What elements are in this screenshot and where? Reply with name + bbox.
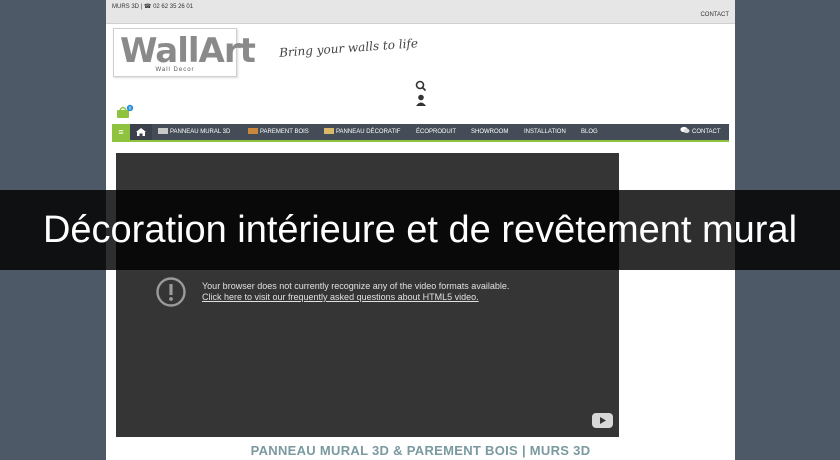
nav-item-label: PANNEAU DÉCORATIF — [336, 129, 401, 135]
cart-icon[interactable]: 0 — [116, 104, 134, 120]
site-tagline: Bring your walls to life — [278, 36, 419, 60]
logo-mark: WallArt — [120, 31, 256, 71]
nav-item-showroom[interactable]: SHOWROOM — [471, 124, 508, 140]
video-faq-link[interactable]: Click here to visit our frequently asked… — [202, 292, 479, 302]
top-bar-info: MURS 3D | ☎ 02 62 35 26 01 — [112, 3, 193, 10]
nav-item-ecoproduit[interactable]: ÉCOPRODUIT — [416, 124, 456, 140]
search-icon[interactable] — [414, 80, 428, 92]
nav-item-blog[interactable]: BLOG — [581, 124, 598, 140]
nav-item-installation[interactable]: INSTALLATION — [524, 124, 566, 140]
main-nav: ≡ PANNEAU MURAL 3D PAREMENT BOIS PANNEAU… — [112, 124, 729, 142]
nav-item-panneau-mural-3d[interactable]: PANNEAU MURAL 3D — [158, 124, 230, 140]
nav-item-parement-bois[interactable]: PAREMENT BOIS — [248, 124, 309, 140]
chat-icon — [680, 126, 690, 133]
page-title: Décoration intérieure et de revêtement m… — [42, 209, 798, 251]
decor-thumbnail-icon — [324, 128, 334, 134]
logo-subtitle: Wall Decor — [155, 67, 195, 73]
youtube-icon[interactable] — [592, 413, 613, 428]
user-icon[interactable] — [414, 94, 428, 106]
warning-icon — [156, 277, 186, 307]
menu-toggle-button[interactable]: ≡ — [112, 124, 130, 140]
nav-item-panneau-decoratif[interactable]: PANNEAU DÉCORATIF — [324, 124, 400, 140]
top-bar-brand: MURS 3D — [112, 4, 140, 10]
nav-item-label: PANNEAU MURAL 3D — [170, 129, 231, 135]
section-title: PANNEAU MURAL 3D & PAREMENT BOIS | MURS … — [250, 443, 591, 458]
site-logo[interactable]: WallArt Wall Decor — [113, 28, 256, 77]
top-bar-separator: | — [140, 4, 143, 10]
nav-item-label: PAREMENT BOIS — [260, 129, 309, 135]
nav-contact-link[interactable]: CONTACT — [680, 124, 721, 140]
title-overlay: Décoration intérieure et de revêtement m… — [0, 190, 840, 270]
home-icon — [136, 128, 146, 136]
top-bar-phone: ☎ 02 62 35 26 01 — [143, 4, 194, 10]
home-button[interactable] — [130, 124, 152, 140]
video-error-message: Your browser does not currently recogniz… — [202, 281, 510, 291]
wood-thumbnail-icon — [248, 128, 258, 134]
panel-thumbnail-icon — [158, 128, 168, 134]
top-contact-link[interactable]: CONTACT — [700, 12, 729, 18]
nav-contact-label: CONTACT — [692, 129, 721, 135]
top-bar: MURS 3D | ☎ 02 62 35 26 01 CONTACT — [106, 0, 735, 24]
